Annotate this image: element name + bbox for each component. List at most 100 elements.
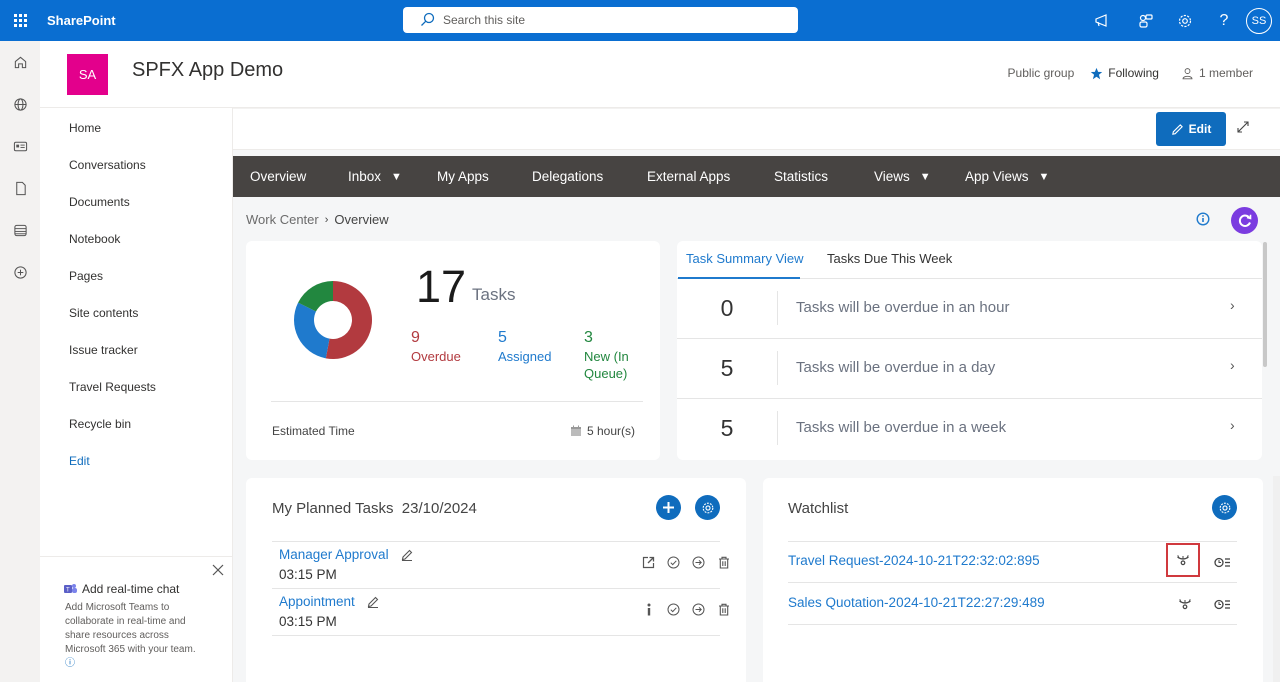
nav-item-home[interactable]: Home: [40, 110, 232, 147]
watchlist-item-link[interactable]: Sales Quotation-2024-10-21T22:27:29:489: [788, 595, 1045, 610]
members-button[interactable]: 1 member: [1181, 66, 1253, 80]
nav-edit-link[interactable]: Edit: [40, 443, 232, 480]
topnav-statistics[interactable]: Statistics: [774, 169, 828, 184]
scrollbar[interactable]: [1263, 242, 1267, 367]
refresh-button[interactable]: [1231, 207, 1258, 234]
chevron-right-icon: ›: [1230, 297, 1235, 313]
summary-row[interactable]: 5 Tasks will be overdue in a week ›: [677, 399, 1262, 459]
task-time: 03:15 PM: [279, 614, 337, 629]
nav-item-notebook[interactable]: Notebook: [40, 221, 232, 258]
task-name-link[interactable]: Manager Approval: [279, 547, 389, 562]
task-name-link[interactable]: Appointment: [279, 594, 355, 609]
topnav-delegations[interactable]: Delegations: [532, 169, 603, 184]
donut-slice-assigned[interactable]: [294, 302, 330, 359]
topnav-app-views[interactable]: App Views ▼: [965, 169, 1049, 184]
topnav-my-apps[interactable]: My Apps: [437, 169, 489, 184]
nav-item-site-contents[interactable]: Site contents: [40, 295, 232, 332]
new-stat[interactable]: 3 New (In Queue): [584, 329, 644, 382]
rail-lists[interactable]: [0, 209, 40, 251]
nav-item-travel-requests[interactable]: Travel Requests: [40, 369, 232, 406]
estimated-time-value: 5 hour(s): [586, 424, 635, 438]
topnav-views[interactable]: Views ▼: [874, 169, 931, 184]
calendar-icon: [570, 425, 581, 436]
group-type: Public group: [1007, 66, 1075, 80]
title-text: My Planned Tasks: [272, 500, 394, 517]
breadcrumb-current: Overview: [334, 212, 389, 227]
history-button[interactable]: [1206, 545, 1240, 579]
tab-task-summary-view[interactable]: Task Summary View: [686, 251, 804, 266]
close-icon: [212, 564, 224, 576]
unwatch-button[interactable]: [1166, 543, 1200, 577]
search-box[interactable]: Search this site: [403, 7, 798, 33]
rail-sites[interactable]: [0, 83, 40, 125]
summary-row[interactable]: 0 Tasks will be overdue in an hour ›: [677, 279, 1262, 339]
app-launcher-button[interactable]: [0, 0, 40, 41]
watchlist-item-link[interactable]: Travel Request-2024-10-21T22:32:02:895: [788, 553, 1040, 568]
complete-button[interactable]: [661, 556, 686, 569]
teams-switch-button[interactable]: [1130, 0, 1162, 41]
divider: [777, 411, 778, 445]
rail-home[interactable]: [0, 41, 40, 83]
breadcrumb-parent[interactable]: Work Center: [246, 212, 319, 227]
planned-settings-button[interactable]: [695, 495, 720, 520]
delete-button[interactable]: [711, 556, 736, 569]
settings-button[interactable]: [1169, 0, 1201, 41]
complete-button[interactable]: [661, 603, 686, 616]
topnav-overview[interactable]: Overview: [250, 169, 306, 184]
unwatch-button[interactable]: [1168, 587, 1202, 621]
topnav-external-apps[interactable]: External Apps: [647, 169, 730, 184]
help-button[interactable]: ?: [1208, 0, 1240, 41]
globe-icon: [13, 97, 27, 111]
arrow-right-circle-icon: [692, 556, 705, 569]
delete-button[interactable]: [711, 603, 736, 616]
nav-item-documents[interactable]: Documents: [40, 184, 232, 221]
topnav-label: My Apps: [437, 169, 489, 184]
site-title[interactable]: SPFX App Demo: [132, 59, 283, 82]
topnav-inbox[interactable]: Inbox ▼: [348, 169, 402, 184]
forward-button[interactable]: [686, 603, 711, 616]
tab-tasks-due-this-week[interactable]: Tasks Due This Week: [827, 251, 952, 266]
nav-item-issue-tracker[interactable]: Issue tracker: [40, 332, 232, 369]
settings-gear-icon: [702, 502, 713, 513]
info-icon[interactable]: ⓘ: [65, 658, 75, 669]
row-text: Tasks will be overdue in an hour: [796, 299, 1010, 316]
search-input[interactable]: Search this site: [443, 13, 525, 27]
task-actions: [636, 556, 736, 569]
expand-button[interactable]: [1236, 120, 1250, 139]
left-navigation: Home Conversations Documents Notebook Pa…: [40, 108, 233, 682]
add-task-button[interactable]: [656, 495, 681, 520]
assigned-stat[interactable]: 5 Assigned: [498, 329, 551, 365]
app-name[interactable]: SharePoint: [47, 13, 116, 28]
site-logo[interactable]: SA: [67, 54, 108, 95]
history-button[interactable]: [1206, 587, 1240, 621]
info-icon: [647, 603, 650, 616]
open-external-button[interactable]: [636, 556, 661, 569]
nav-item-recycle-bin[interactable]: Recycle bin: [40, 406, 232, 443]
document-icon: [15, 181, 26, 195]
svg-text:T: T: [66, 588, 70, 594]
nav-item-pages[interactable]: Pages: [40, 258, 232, 295]
divider: [272, 588, 720, 589]
trash-icon: [718, 603, 729, 616]
close-promo-button[interactable]: [212, 563, 224, 581]
rail-create[interactable]: [0, 251, 40, 293]
overdue-stat[interactable]: 9 Overdue: [411, 329, 461, 365]
unwatch-eye-icon: [1177, 555, 1189, 566]
nav-item-conversations[interactable]: Conversations: [40, 147, 232, 184]
edit-pencil-icon[interactable]: [401, 549, 413, 561]
feedback-button[interactable]: [1086, 0, 1118, 41]
history-list-icon: [1214, 599, 1230, 609]
following-button[interactable]: Following: [1090, 66, 1159, 80]
topnav-label: Overview: [250, 169, 307, 184]
task-time: 03:15 PM: [279, 567, 337, 582]
edit-pencil-icon[interactable]: [367, 596, 379, 608]
info-button[interactable]: [1196, 212, 1210, 231]
summary-row[interactable]: 5 Tasks will be overdue in a day ›: [677, 339, 1262, 399]
edit-page-button[interactable]: Edit: [1156, 112, 1226, 146]
user-avatar[interactable]: SS: [1246, 7, 1272, 34]
forward-button[interactable]: [686, 556, 711, 569]
info-button[interactable]: [636, 603, 661, 616]
rail-files[interactable]: [0, 167, 40, 209]
watchlist-settings-button[interactable]: [1212, 495, 1237, 520]
rail-news[interactable]: [0, 125, 40, 167]
